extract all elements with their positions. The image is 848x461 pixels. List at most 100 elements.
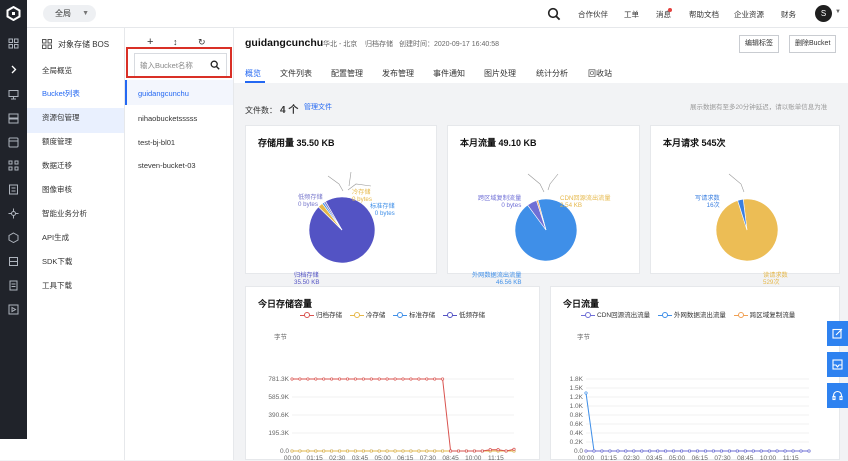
data-point[interactable] — [592, 449, 596, 453]
search-icon[interactable] — [547, 7, 561, 21]
data-point[interactable] — [433, 377, 437, 381]
data-point[interactable] — [672, 449, 676, 453]
data-point[interactable] — [385, 377, 389, 381]
manage-files-link[interactable]: 管理文件 — [304, 102, 332, 112]
data-point[interactable] — [314, 449, 318, 453]
grid-icon[interactable] — [42, 39, 52, 49]
data-point[interactable] — [330, 377, 334, 381]
data-point[interactable] — [385, 449, 389, 453]
tab-files[interactable]: 文件列表 — [280, 68, 312, 79]
storage-icon[interactable] — [8, 184, 19, 195]
data-point[interactable] — [656, 449, 660, 453]
data-point[interactable] — [680, 449, 684, 453]
ai-icon[interactable] — [8, 208, 19, 219]
data-point[interactable] — [345, 449, 350, 453]
data-point[interactable] — [608, 449, 612, 453]
sidebar-item-image-review[interactable]: 图像审核 — [42, 184, 72, 195]
server-icon[interactable] — [8, 113, 19, 124]
sidebar-item-overview[interactable]: 全局概览 — [42, 65, 72, 76]
link-enterprise[interactable]: 企业资源 — [734, 9, 764, 20]
network-icon[interactable] — [8, 160, 19, 171]
data-point[interactable] — [377, 377, 381, 381]
data-point[interactable] — [664, 449, 668, 453]
delete-bucket-button[interactable]: 删除Bucket — [789, 35, 837, 53]
data-point[interactable] — [456, 449, 461, 453]
data-point[interactable] — [759, 449, 763, 453]
data-point[interactable] — [393, 377, 397, 381]
data-point[interactable] — [703, 449, 708, 453]
cube-icon[interactable] — [8, 232, 19, 243]
data-point[interactable] — [353, 449, 357, 453]
sort-button[interactable]: ↕ — [173, 37, 178, 47]
data-point[interactable] — [449, 449, 453, 453]
data-point[interactable] — [314, 377, 318, 381]
bucket-item[interactable]: steven-bucket-03 — [138, 161, 196, 170]
logo-icon[interactable] — [6, 6, 21, 21]
edit-tags-button[interactable]: 编辑标签 — [739, 35, 779, 53]
data-point[interactable] — [330, 449, 334, 453]
chevron-down-icon[interactable]: ▼ — [835, 9, 841, 15]
data-point[interactable] — [441, 377, 445, 381]
tab-overview[interactable]: 概览 — [245, 68, 261, 79]
data-point[interactable] — [425, 449, 429, 453]
data-point[interactable] — [624, 449, 628, 453]
data-point[interactable] — [298, 377, 302, 381]
data-point[interactable] — [298, 449, 302, 453]
data-point[interactable] — [464, 449, 468, 453]
document-icon[interactable] — [8, 280, 19, 291]
data-point[interactable] — [369, 377, 373, 381]
data-point[interactable] — [687, 449, 692, 453]
data-point[interactable] — [719, 449, 723, 453]
region-selector[interactable]: 全局 ▼ — [43, 5, 96, 22]
data-point[interactable] — [361, 449, 365, 453]
data-point[interactable] — [417, 449, 421, 453]
data-point[interactable] — [306, 449, 310, 453]
data-point[interactable] — [648, 449, 652, 453]
data-point[interactable] — [488, 448, 492, 452]
data-point[interactable] — [799, 449, 803, 453]
data-point[interactable] — [377, 449, 381, 453]
data-point[interactable] — [480, 449, 484, 453]
data-point[interactable] — [401, 377, 405, 381]
bucket-item[interactable]: test-bj-bl01 — [138, 138, 175, 147]
avatar[interactable]: S — [815, 5, 832, 22]
data-point[interactable] — [472, 449, 476, 453]
data-point[interactable] — [791, 449, 795, 453]
sidebar-item-sdk[interactable]: SDK下载 — [42, 256, 72, 267]
bucket-item[interactable]: guidangcunchu — [138, 89, 189, 98]
data-point[interactable] — [711, 449, 715, 453]
sidebar-item-resource-packages[interactable]: 资源包管理 — [42, 112, 80, 123]
data-point[interactable] — [338, 449, 342, 453]
data-point[interactable] — [504, 449, 508, 453]
data-point[interactable] — [751, 449, 755, 453]
data-point[interactable] — [584, 391, 588, 395]
data-point[interactable] — [783, 449, 787, 453]
sidebar-item-tools[interactable]: 工具下载 — [42, 280, 72, 291]
grid-icon[interactable] — [8, 38, 19, 49]
data-point[interactable] — [369, 449, 373, 453]
data-point[interactable] — [767, 449, 771, 453]
layers-icon[interactable] — [8, 256, 19, 267]
data-point[interactable] — [512, 447, 516, 451]
tab-statistics[interactable]: 统计分析 — [536, 68, 568, 79]
data-point[interactable] — [409, 449, 413, 453]
database-icon[interactable] — [8, 137, 19, 148]
link-tickets[interactable]: 工单 — [624, 9, 639, 20]
play-icon[interactable] — [8, 304, 19, 315]
support-button[interactable] — [827, 383, 848, 408]
bucket-item[interactable]: nihaobucketsssss — [138, 114, 197, 123]
sidebar-item-api[interactable]: API生成 — [42, 232, 69, 243]
tab-events[interactable]: 事件通知 — [433, 68, 465, 79]
feedback-button[interactable] — [827, 321, 848, 346]
data-point[interactable] — [361, 377, 365, 381]
data-point[interactable] — [616, 449, 620, 453]
sidebar-item-analytics[interactable]: 智能业务分析 — [42, 208, 87, 219]
data-point[interactable] — [632, 449, 636, 453]
data-point[interactable] — [401, 449, 405, 453]
tab-recycle-bin[interactable]: 回收站 — [588, 68, 612, 79]
sidebar-item-migration[interactable]: 数据迁移 — [42, 160, 72, 171]
data-point[interactable] — [338, 377, 342, 381]
link-finance[interactable]: 财务 — [781, 9, 796, 20]
data-point[interactable] — [807, 449, 811, 453]
tab-publish[interactable]: 发布管理 — [382, 68, 414, 79]
